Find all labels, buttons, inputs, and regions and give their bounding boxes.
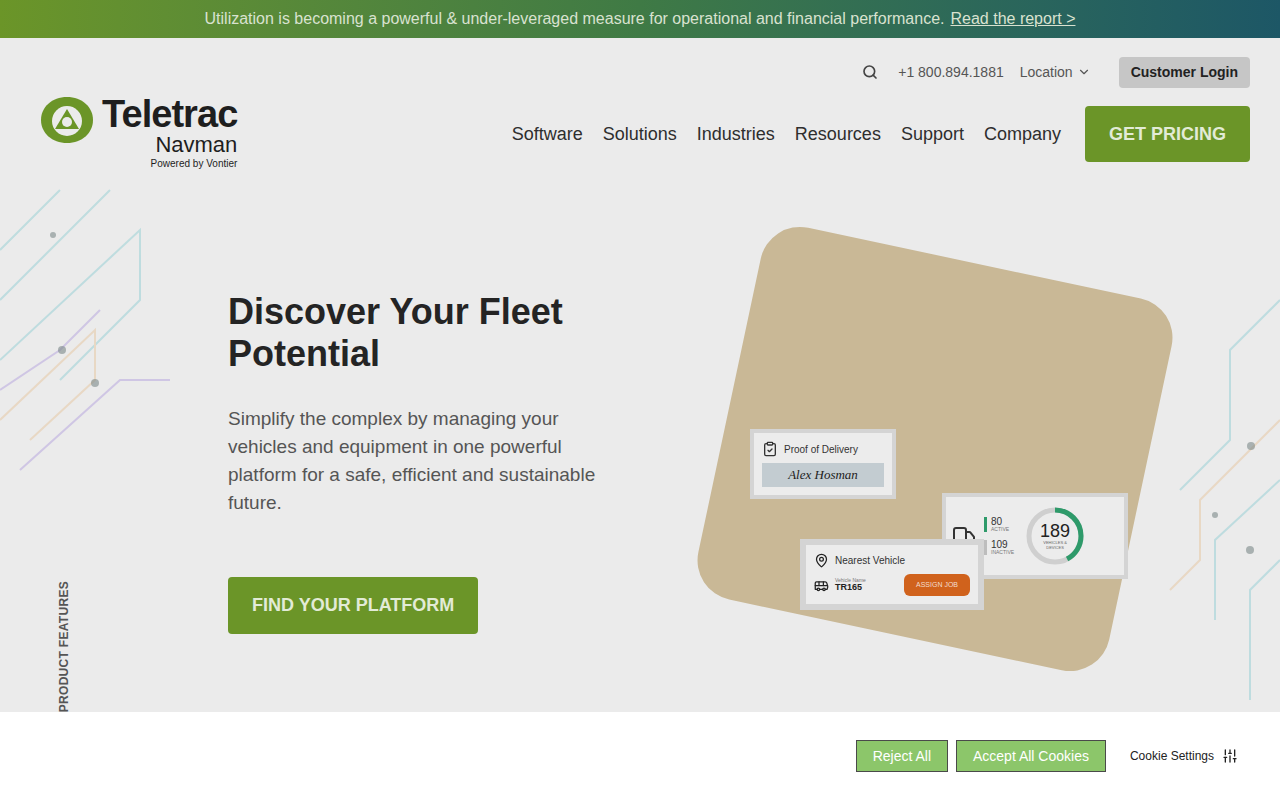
nav-item[interactable]: Company [984,121,1061,148]
vehicle-name: TR165 [835,583,866,592]
nav-item[interactable]: Support [901,121,964,148]
vehicles-donut: 189VEHICLES & DEVICES [1022,503,1088,569]
nav-item[interactable]: Industries [697,121,775,148]
logo-name: Teletrac [102,95,237,133]
announcement-text: Utilization is becoming a powerful & und… [205,7,945,31]
total-label: VEHICLES & DEVICES [1037,540,1073,550]
header: TeletracNavmanPowered by Vontier +1 800.8… [0,38,1280,171]
reject-all-button[interactable]: Reject All [856,740,948,772]
main-nav: Software Solutions Industries Resources Supp… [512,106,1250,162]
logo-icon [40,95,94,145]
delivery-icon [762,441,778,457]
hero-title: Discover Your Fleet Potential [228,291,568,375]
inactive-label: INACTIVE [991,550,1014,555]
accept-all-button[interactable]: Accept All Cookies [956,740,1106,772]
chevron-down-icon [1077,65,1091,79]
phone-number[interactable]: +1 800.894.1881 [898,62,1004,83]
hero-visual: Proof of Delivery Alex Hosman 80ACTIVE 109I… [655,249,1155,644]
assign-job-button[interactable]: ASSIGN JOB [904,574,970,596]
utility-bar: +1 800.894.1881 Location Customer Login [862,58,1250,86]
nav-item[interactable]: Resources [795,121,881,148]
nav-item[interactable]: Solutions [603,121,677,148]
find-platform-button[interactable]: FIND YOUR PLATFORM [228,577,478,634]
signature: Alex Hosman [788,465,858,485]
active-count: 80 [991,517,1009,527]
inactive-count: 109 [991,540,1014,550]
proof-title: Proof of Delivery [784,442,858,457]
announcement-link[interactable]: Read the report > [951,7,1076,31]
get-pricing-button[interactable]: GET PRICING [1085,106,1250,162]
hero: PRODUCT FEATURESDiscover Your Fleet Pote… [0,171,1280,712]
side-label[interactable]: PRODUCT FEATURES [55,581,228,712]
nearest-card: Nearest VehicleVehicle NameTR165ASSIGN J… [800,539,984,610]
cookie-settings-button[interactable]: Cookie Settings [1130,747,1238,765]
map-pin-icon [814,553,829,568]
nearest-title: Nearest Vehicle [835,553,905,568]
page: Utilization is becoming a powerful & und… [0,0,1280,800]
proof-card: Proof of Delivery Alex Hosman [750,429,896,499]
signature-box: Alex Hosman [762,463,884,487]
customer-login-button[interactable]: Customer Login [1119,57,1250,88]
logo-tagline: Powered by Vontier [151,157,238,171]
vehicle-icon [814,578,829,593]
logo-sub: Navman [155,133,237,157]
cookie-banner: Reject AllAccept All Cookies Cookie Setti… [0,712,1280,800]
hero-text: Discover Your Fleet Potential Simplify th… [228,171,608,712]
logo[interactable]: TeletracNavmanPowered by Vontier [40,95,237,171]
nav-item[interactable]: Software [512,121,583,148]
active-label: ACTIVE [991,527,1009,532]
announcement-bar: Utilization is becoming a powerful & und… [0,0,1280,38]
sliders-icon [1222,748,1238,764]
hero-body: Simplify the complex by managing your ve… [228,405,598,517]
search-icon[interactable] [862,64,878,80]
total-count: 189 [1040,522,1070,540]
location-dropdown[interactable]: Location [1020,62,1091,83]
